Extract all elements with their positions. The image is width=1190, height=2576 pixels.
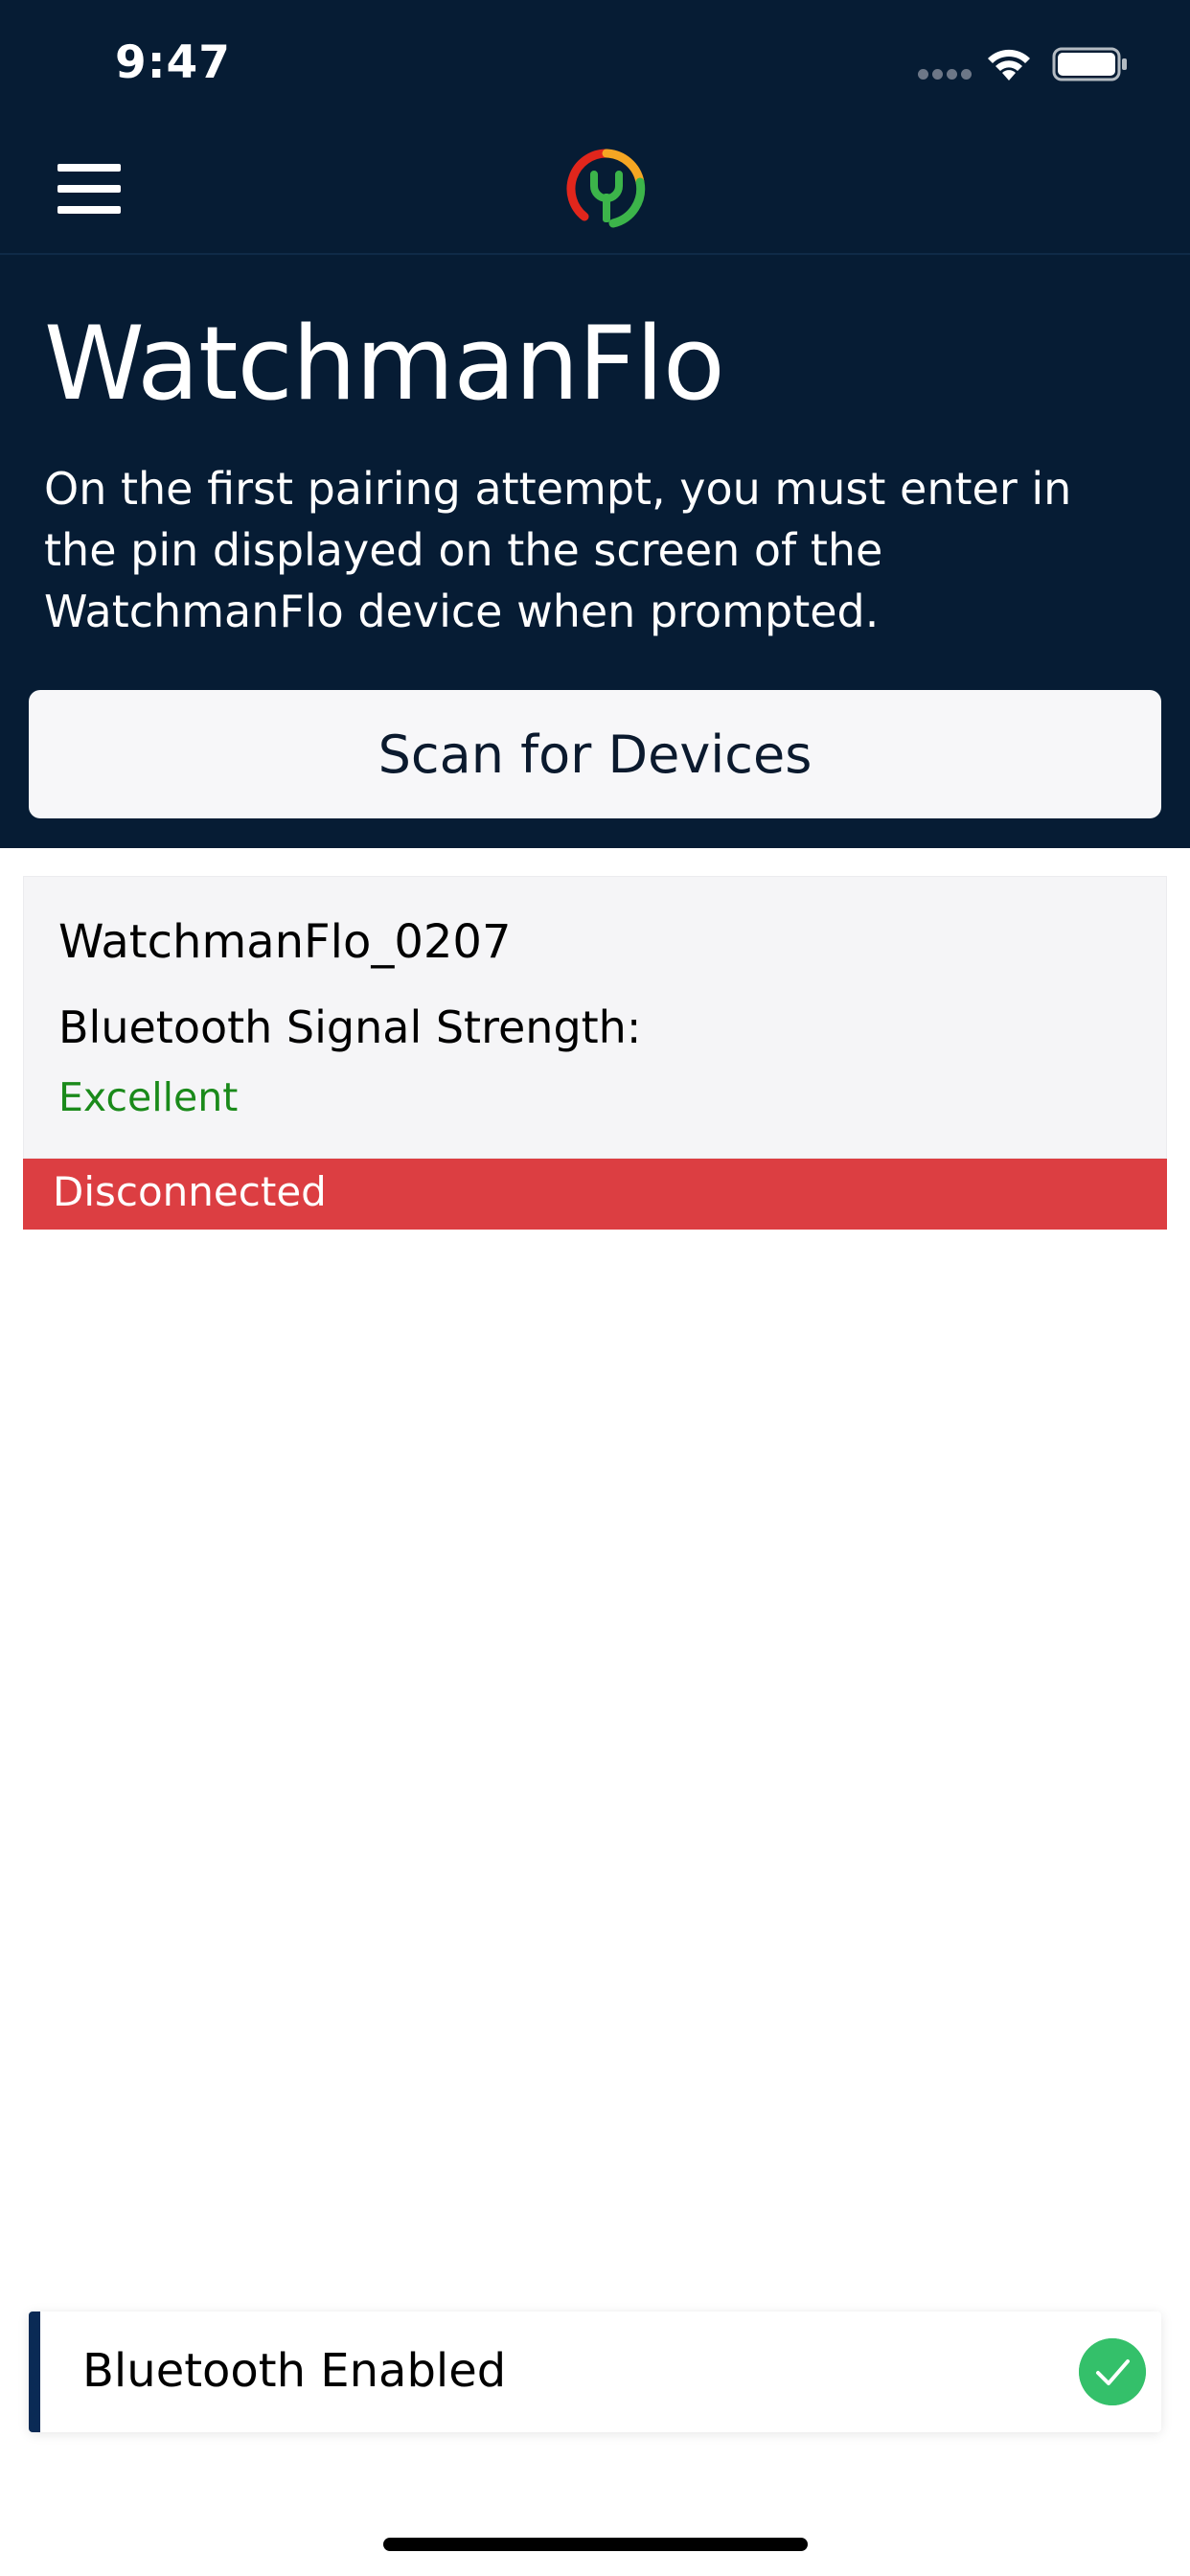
status-bar: 9:47 (0, 0, 1190, 128)
bluetooth-toast: Bluetooth Enabled (29, 2312, 1161, 2432)
page-title: WatchmanFlo (44, 305, 725, 423)
battery-icon (1052, 47, 1127, 81)
toast-message: Bluetooth Enabled (82, 2344, 507, 2398)
status-time: 9:47 (115, 36, 231, 89)
watchman-logo-icon (566, 149, 646, 228)
connection-status-text: Disconnected (53, 1168, 327, 1215)
scan-for-devices-button[interactable]: Scan for Devices (29, 690, 1161, 818)
hamburger-icon[interactable] (57, 164, 123, 214)
device-list-item[interactable]: WatchmanFlo_0207 Bluetooth Signal Streng… (23, 876, 1167, 1159)
nav-bar (0, 128, 1190, 255)
header: 9:47 WatchmanFlo On the first pairing at… (0, 0, 1190, 848)
signal-strength-value: Excellent (58, 1074, 239, 1120)
check-circle-icon (1079, 2338, 1146, 2405)
device-name: WatchmanFlo_0207 (58, 915, 512, 969)
wifi-icon (988, 49, 1030, 80)
home-indicator[interactable] (383, 2538, 808, 2551)
cellular-signal-icon (918, 69, 972, 80)
signal-strength-label: Bluetooth Signal Strength: (58, 1001, 642, 1053)
pairing-instructions: On the first pairing attempt, you must e… (44, 463, 1072, 637)
connection-status-badge: Disconnected (23, 1159, 1167, 1230)
